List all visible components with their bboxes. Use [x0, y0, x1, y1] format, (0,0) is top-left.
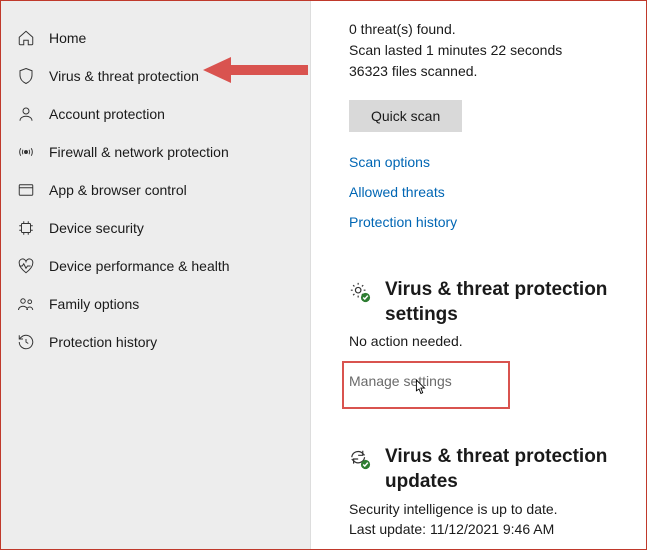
files-scanned: 36323 files scanned.: [349, 61, 634, 82]
shield-icon: [17, 67, 35, 85]
sidebar-item-firewall[interactable]: Firewall & network protection: [1, 133, 310, 171]
updates-section-title: Virus & threat protection updates: [385, 445, 624, 494]
sidebar-item-device-security[interactable]: Device security: [1, 209, 310, 247]
sidebar-item-label: App & browser control: [49, 182, 187, 198]
history-icon: [17, 333, 35, 351]
sidebar-item-label: Protection history: [49, 334, 157, 350]
sidebar-item-label: Account protection: [49, 106, 165, 122]
chip-icon: [17, 219, 35, 237]
heart-pulse-icon: [17, 257, 35, 275]
sidebar-item-history[interactable]: Protection history: [1, 323, 310, 361]
sidebar-item-virus[interactable]: Virus & threat protection: [1, 57, 310, 95]
person-icon: [17, 105, 35, 123]
allowed-threats-link[interactable]: Allowed threats: [349, 184, 634, 200]
scan-options-link[interactable]: Scan options: [349, 154, 634, 170]
updates-section-sub: Security intelligence is up to date.: [349, 501, 634, 517]
updates-last: Last update: 11/12/2021 9:46 AM: [349, 521, 634, 537]
updates-section: Virus & threat protection updates Securi…: [349, 445, 634, 536]
manage-settings-link[interactable]: Manage settings: [349, 373, 452, 389]
sidebar-item-label: Device security: [49, 220, 144, 236]
main-panel: 0 threat(s) found. Scan lasted 1 minutes…: [311, 1, 646, 549]
sidebar-item-app-browser[interactable]: App & browser control: [1, 171, 310, 209]
sidebar: Home Virus & threat protection Account p…: [1, 1, 311, 549]
scan-duration: Scan lasted 1 minutes 22 seconds: [349, 40, 634, 61]
antenna-icon: [17, 143, 35, 161]
sidebar-item-performance[interactable]: Device performance & health: [1, 247, 310, 285]
window-icon: [17, 181, 35, 199]
sidebar-item-home[interactable]: Home: [1, 19, 310, 57]
settings-section-title: Virus & threat protection settings: [385, 278, 624, 327]
home-icon: [17, 29, 35, 47]
sidebar-item-label: Home: [49, 30, 86, 46]
settings-section-sub: No action needed.: [349, 333, 634, 349]
sidebar-item-label: Family options: [49, 296, 139, 312]
threats-found: 0 threat(s) found.: [349, 19, 634, 40]
quick-scan-button[interactable]: Quick scan: [349, 100, 462, 132]
family-icon: [17, 295, 35, 313]
settings-section: Virus & threat protection settings No ac…: [349, 278, 634, 407]
refresh-check-icon: [349, 448, 371, 470]
sidebar-item-label: Firewall & network protection: [49, 144, 229, 160]
sidebar-item-label: Device performance & health: [49, 258, 230, 274]
sidebar-item-account[interactable]: Account protection: [1, 95, 310, 133]
protection-history-link[interactable]: Protection history: [349, 214, 634, 230]
gear-check-icon: [349, 281, 371, 303]
sidebar-item-label: Virus & threat protection: [49, 68, 199, 84]
sidebar-item-family[interactable]: Family options: [1, 285, 310, 323]
